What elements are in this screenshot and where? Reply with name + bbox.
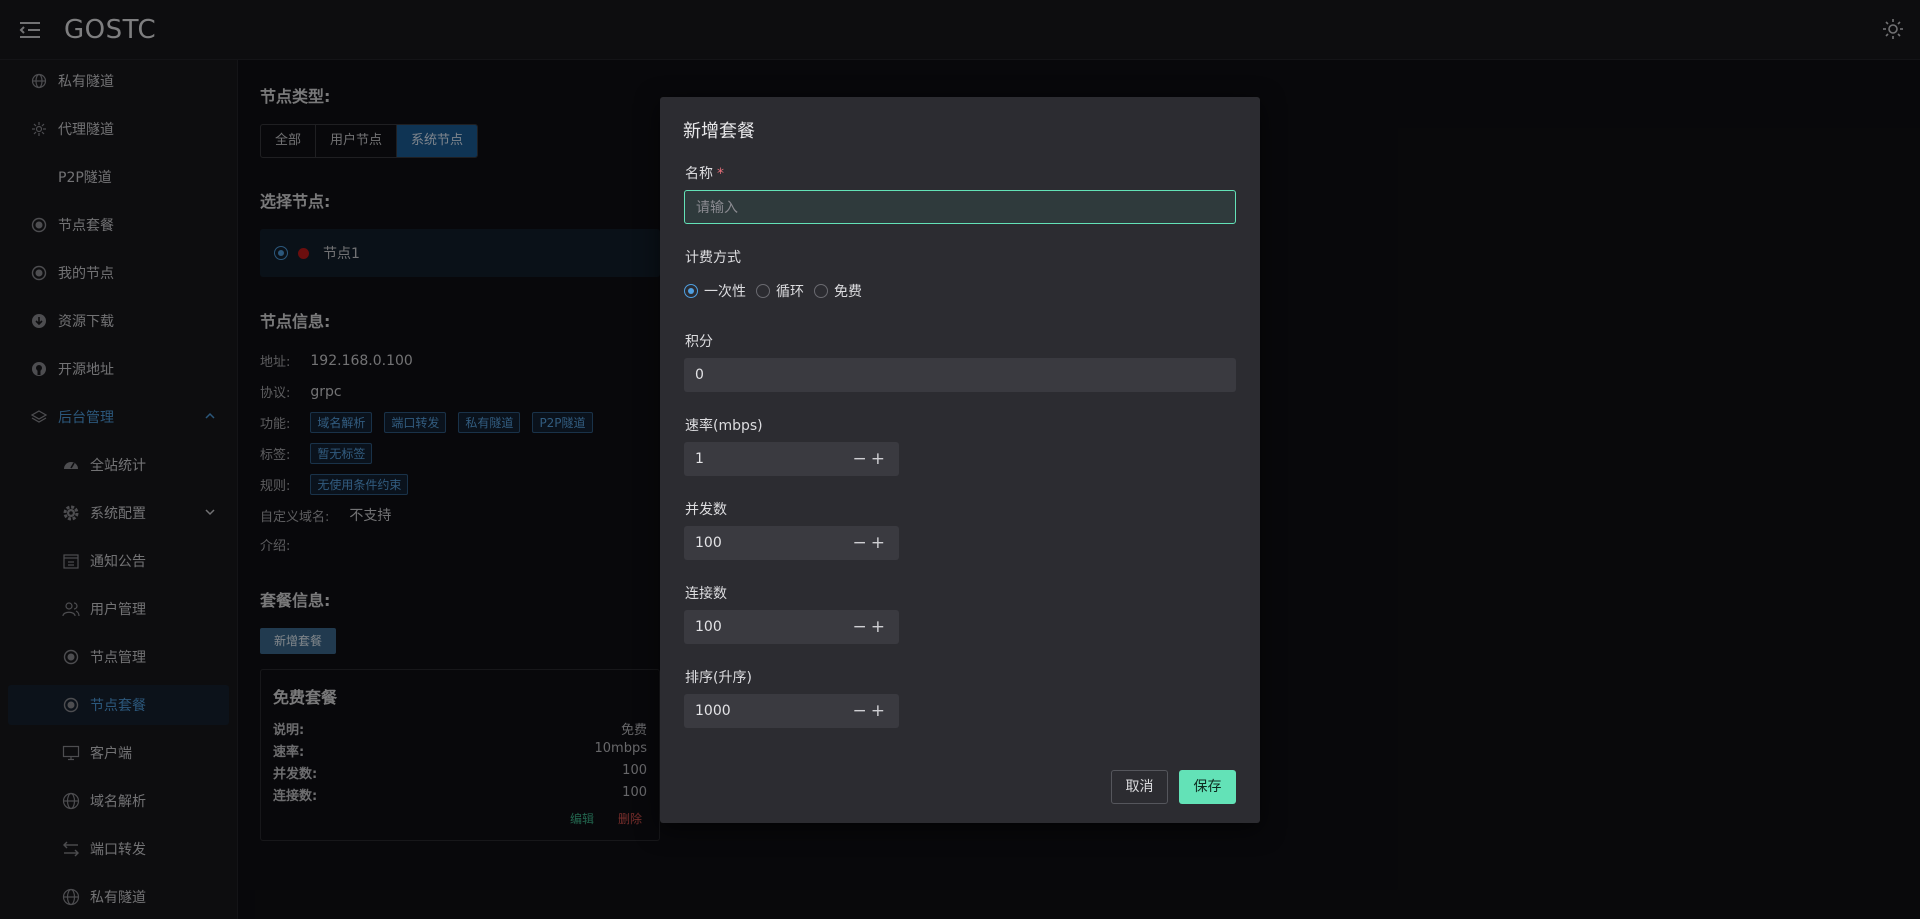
billing-radio-group: 一次性 循环 免费 <box>684 281 872 301</box>
name-input[interactable]: 请输入 <box>684 190 1236 224</box>
billing-option-free[interactable]: 免费 <box>814 281 862 301</box>
option-label: 一次性 <box>704 284 746 300</box>
add-package-modal: 新增套餐 名称 * 请输入 计费方式 一次性 循环 免费 积分 0 速率(mbps… <box>660 97 1260 823</box>
sort-value: 1000 <box>695 703 731 719</box>
connections-label: 连接数 <box>685 586 727 602</box>
radio-button[interactable] <box>756 284 770 298</box>
cancel-button[interactable]: 取消 <box>1111 770 1168 804</box>
required-mark: * <box>717 166 724 182</box>
concurrency-stepper[interactable]: 100 −+ <box>684 526 899 560</box>
radio-button[interactable] <box>684 284 698 298</box>
rate-stepper[interactable]: 1 −+ <box>684 442 899 476</box>
sort-label: 排序(升序) <box>685 670 752 686</box>
points-input[interactable]: 0 <box>684 358 1236 392</box>
rate-value: 1 <box>695 451 704 467</box>
name-label-text: 名称 <box>685 166 713 182</box>
billing-option-one-time[interactable]: 一次性 <box>684 281 746 301</box>
concurrency-value: 100 <box>695 535 722 551</box>
billing-label: 计费方式 <box>685 250 741 266</box>
points-label: 积分 <box>685 334 713 350</box>
stepper-controls[interactable]: −+ <box>853 694 890 728</box>
concurrency-label: 并发数 <box>685 502 727 518</box>
save-button[interactable]: 保存 <box>1179 770 1236 804</box>
radio-button[interactable] <box>814 284 828 298</box>
sort-stepper[interactable]: 1000 −+ <box>684 694 899 728</box>
stepper-controls[interactable]: −+ <box>853 526 890 560</box>
stepper-controls[interactable]: −+ <box>853 610 890 644</box>
option-label: 免费 <box>834 284 862 300</box>
name-field-label: 名称 * <box>685 163 724 183</box>
stepper-controls[interactable]: −+ <box>853 442 890 476</box>
rate-label: 速率(mbps) <box>685 418 763 434</box>
modal-title: 新增套餐 <box>683 121 755 142</box>
billing-option-recurring[interactable]: 循环 <box>756 281 804 301</box>
connections-stepper[interactable]: 100 −+ <box>684 610 899 644</box>
option-label: 循环 <box>776 284 804 300</box>
connections-value: 100 <box>695 619 722 635</box>
